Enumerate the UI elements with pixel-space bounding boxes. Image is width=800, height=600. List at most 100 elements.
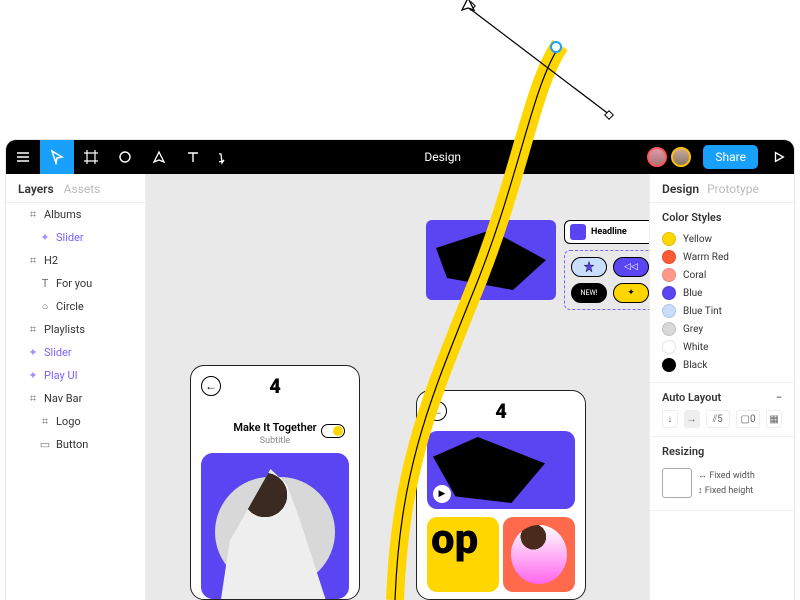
section-title: Auto Layout (662, 391, 721, 404)
component-icon: ✦ (40, 233, 50, 243)
back-button[interactable]: ← (427, 401, 447, 421)
layer-nav-bar[interactable]: ⌗Nav Bar (6, 387, 145, 410)
layers-tab[interactable]: Layers (18, 182, 54, 196)
color-name: Coral (683, 270, 706, 281)
design-tab[interactable]: Design (662, 182, 699, 196)
alignment-picker[interactable]: ▦ (766, 410, 782, 428)
resize-diagram[interactable] (662, 468, 692, 498)
move-tool[interactable] (40, 140, 74, 174)
share-button[interactable]: Share (703, 145, 758, 169)
width-label: Fixed width (709, 471, 755, 481)
color-style-row[interactable]: Grey (662, 320, 782, 338)
pill-starburst[interactable] (571, 257, 607, 277)
layer-for-you[interactable]: TFor you (6, 272, 145, 295)
avatar[interactable] (671, 147, 691, 167)
auto-layout-section: Auto Layout − ↓ → ⫽ 5 ▢ 0 ▦ (650, 383, 794, 437)
layer-h2[interactable]: ⌗ H2 (6, 249, 145, 272)
frame-icon: ⌗ (40, 417, 50, 427)
width-mode[interactable]: ↔ Fixed width (698, 470, 755, 481)
spacing-input[interactable]: ⫽ 5 (706, 410, 730, 428)
color-name: Blue (683, 288, 702, 299)
prototype-tab[interactable]: Prototype (707, 182, 759, 196)
pill-rewind[interactable]: ◁◁ (613, 257, 649, 277)
frame-icon: ⌗ (28, 325, 38, 335)
text-icon: T (40, 279, 50, 289)
frame-tool[interactable] (74, 140, 108, 174)
section-title: Color Styles (662, 211, 782, 224)
avatar[interactable] (647, 147, 667, 167)
color-style-row[interactable]: Blue (662, 284, 782, 302)
layer-label: Slider (56, 231, 84, 244)
layer-label: Albums (44, 208, 81, 221)
canvas-tile-hero[interactable] (426, 220, 556, 300)
logo-mark: 4 (495, 399, 507, 423)
color-name: Blue Tint (683, 306, 722, 317)
swatch-icon (662, 286, 676, 300)
color-style-row[interactable]: Coral (662, 266, 782, 284)
direction-vertical[interactable]: ↓ (662, 410, 678, 428)
pill-label: NEW! (581, 289, 598, 297)
layer-label: H2 (44, 254, 58, 267)
layer-play-ui[interactable]: ✦ Play UI (6, 364, 145, 387)
playlist-tile-coral[interactable] (503, 517, 575, 592)
color-name: Black (683, 360, 707, 371)
pill-sparkle[interactable]: ✦ (613, 283, 649, 303)
collaborator-avatars (641, 147, 697, 167)
color-style-row[interactable]: Black (662, 356, 782, 374)
back-button[interactable]: ← (201, 376, 221, 396)
layer-slider-2[interactable]: ✦ Slider (6, 341, 145, 364)
padding-input[interactable]: ▢ 0 (736, 410, 760, 428)
pen-tool[interactable] (142, 140, 176, 174)
selected-component-group[interactable]: ◁◁ NEW! ✦ (564, 250, 649, 310)
remove-icon[interactable]: − (776, 391, 782, 404)
layer-label: Logo (56, 415, 81, 428)
direction-horizontal[interactable]: → (684, 410, 700, 428)
headline-chip[interactable]: Headline (564, 220, 649, 244)
layer-button[interactable]: ▭Button (6, 433, 145, 456)
text-tool[interactable] (176, 140, 210, 174)
document-title[interactable]: Design (244, 150, 641, 164)
color-style-row[interactable]: Yellow (662, 230, 782, 248)
ellipse-icon: ○ (40, 302, 50, 312)
pill-new-badge[interactable]: NEW! (571, 283, 607, 303)
swatch-icon (662, 250, 676, 264)
padding-value: 0 (750, 414, 756, 425)
layer-albums[interactable]: ⌗Albums (6, 203, 145, 226)
layer-playlists[interactable]: ⌗ Playlists (6, 318, 145, 341)
layer-label: Playlists (44, 323, 85, 336)
color-style-row[interactable]: Blue Tint (662, 302, 782, 320)
layer-label: Circle (56, 300, 84, 313)
layer-label: Slider (44, 346, 72, 359)
layer-label: Button (56, 438, 88, 451)
favorite-toggle[interactable] (321, 424, 345, 438)
color-style-row[interactable]: White (662, 338, 782, 356)
layer-circle[interactable]: ○ Circle (6, 295, 145, 318)
comment-tool[interactable] (210, 140, 244, 174)
swatch-icon (662, 304, 676, 318)
swatch-icon (662, 232, 676, 246)
component-icon: ✦ (28, 371, 38, 381)
component-icon: ✦ (28, 348, 38, 358)
shape-tool[interactable] (108, 140, 142, 174)
color-style-row[interactable]: Warm Red (662, 248, 782, 266)
height-label: Fixed height (705, 486, 754, 496)
menu-button[interactable] (6, 140, 40, 174)
layer-logo[interactable]: ⌗ Logo (6, 410, 145, 433)
present-button[interactable] (764, 150, 794, 164)
artboard-playlists[interactable]: ← 4 ▶ op (416, 390, 586, 600)
play-icon[interactable]: ▶ (433, 485, 451, 503)
playlist-tile-main[interactable]: ▶ (427, 431, 575, 509)
playlist-tile-yellow[interactable]: op (427, 517, 499, 592)
artboard-make-it-together[interactable]: ← 4 Make It Together Subtitle (190, 365, 360, 600)
design-app-window: Design Share Layers Assets ⌗Albums ✦Slid… (6, 140, 794, 600)
frame-icon: ⌗ (28, 256, 38, 266)
section-title: Resizing (662, 445, 782, 458)
height-mode[interactable]: ↕ Fixed height (698, 485, 755, 496)
layer-slider[interactable]: ✦ Slider (6, 226, 145, 249)
frame-icon: ⌗ (28, 394, 38, 404)
inspector-panel: Design Prototype Color Styles Yellow War… (649, 174, 794, 600)
swatch-icon (662, 322, 676, 336)
assets-tab[interactable]: Assets (64, 182, 101, 196)
canvas[interactable]: Headline ◁◁ NEW! ✦ ← 4 Make It Together … (146, 174, 649, 600)
layer-label: Play UI (44, 369, 78, 382)
